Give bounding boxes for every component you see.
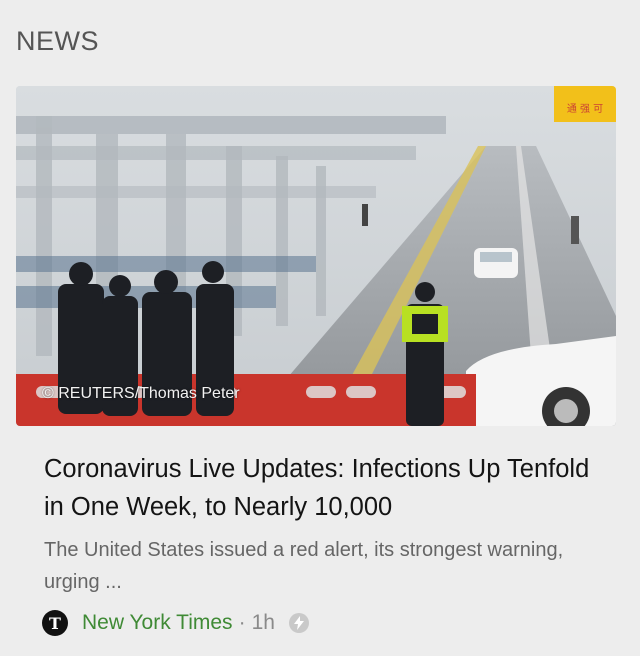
photo-credit: © REUTERS/Thomas Peter — [42, 385, 240, 402]
published-time: 1h — [251, 611, 275, 634]
article-headline[interactable]: Coronavirus Live Updates: Infections Up … — [44, 450, 614, 526]
section-title: NEWS — [16, 26, 99, 56]
nyt-logo-icon: T — [42, 610, 68, 636]
bolt-icon — [288, 613, 309, 633]
article-photo: 通 强 可 — [16, 86, 616, 426]
article-snippet: The United States issued a red alert, it… — [44, 539, 564, 593]
road-sign-text: 通 强 可 — [567, 103, 603, 115]
source-name[interactable]: New York Times — [82, 611, 233, 635]
meta-separator: · — [238, 611, 246, 634]
article-meta: T New York Times · 1h — [42, 608, 309, 638]
article-image[interactable]: 通 强 可 — [16, 86, 616, 426]
